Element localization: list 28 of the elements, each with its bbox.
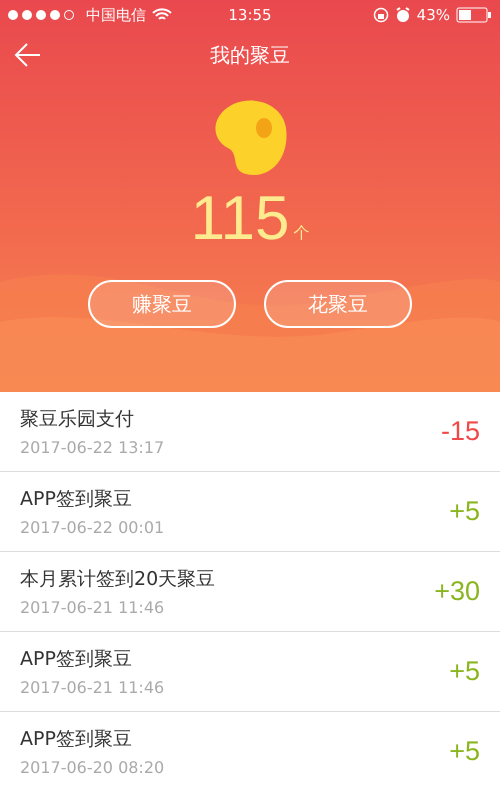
rotation-lock-icon <box>372 7 389 23</box>
record-time: 2017-06-20 08:20 <box>20 758 166 777</box>
record-amount: +5 <box>449 496 480 527</box>
back-arrow-icon[interactable] <box>14 42 42 68</box>
alarm-icon <box>394 7 411 23</box>
action-button[interactable]: 花聚豆 <box>264 280 412 328</box>
record-time: 2017-06-21 11:46 <box>20 598 166 617</box>
page-title: 我的聚豆 <box>210 42 290 68</box>
record-title: 本月累计签到20天聚豆 <box>20 567 216 592</box>
record-title: APP签到聚豆 <box>20 487 133 512</box>
record-amount: +30 <box>434 576 480 607</box>
record-amount: +5 <box>449 656 480 687</box>
record-amount: +5 <box>449 736 480 767</box>
carrier-name: 中国电信 <box>86 6 146 24</box>
record-time: 2017-06-22 00:01 <box>20 518 166 537</box>
record-amount: -15 <box>440 416 480 447</box>
battery-percent: 43% <box>416 6 450 24</box>
record-time: 2017-06-21 11:46 <box>20 678 166 697</box>
action-button[interactable]: 赚聚豆 <box>88 280 236 328</box>
clock-time: 13:55 <box>228 6 272 24</box>
balance-unit: 个 <box>293 223 310 244</box>
record-title: APP签到聚豆 <box>20 727 133 752</box>
wifi-icon <box>152 8 172 22</box>
battery-icon <box>456 7 492 23</box>
record-title: APP签到聚豆 <box>20 647 133 672</box>
balance-amount: 115 <box>190 184 290 254</box>
record-time: 2017-06-22 13:17 <box>20 438 166 457</box>
record-title: 聚豆乐园支付 <box>20 407 135 432</box>
